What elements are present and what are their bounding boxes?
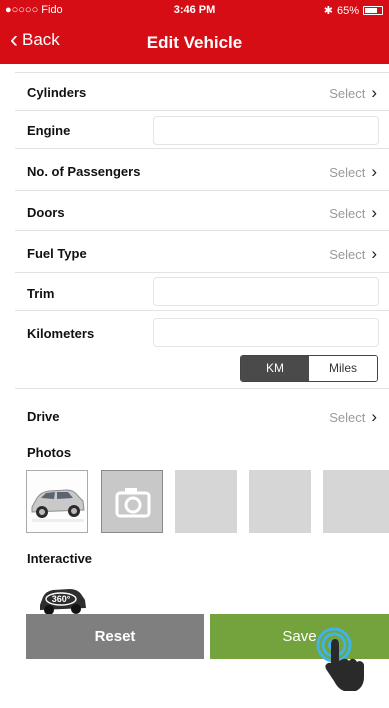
fuel-type-select[interactable]: Select › — [329, 244, 377, 264]
km-option[interactable]: KM — [241, 356, 309, 381]
miles-option[interactable]: Miles — [309, 356, 377, 381]
battery-icon — [363, 6, 383, 15]
trim-label: Trim — [27, 286, 55, 301]
badge-360: 360° — [52, 594, 71, 604]
chevron-right-icon: › — [371, 203, 377, 222]
passengers-select[interactable]: Select › — [329, 162, 377, 182]
tap-gesture-icon — [316, 625, 372, 695]
chevron-right-icon: › — [371, 407, 377, 426]
cylinders-value: Select — [329, 85, 366, 101]
photos-label: Photos — [27, 445, 72, 460]
drive-row[interactable]: Drive Select › — [15, 398, 389, 434]
interactive-label: Interactive — [27, 551, 93, 566]
photo-slot[interactable] — [323, 470, 389, 533]
doors-row[interactable]: Doors Select › — [15, 191, 389, 231]
engine-label: Engine — [27, 123, 71, 138]
chevron-right-icon: › — [371, 83, 377, 102]
hand-pointer-icon — [316, 627, 364, 691]
fuel-type-row[interactable]: Fuel Type Select › — [15, 231, 389, 273]
doors-label: Doors — [27, 205, 65, 220]
engine-row: Engine — [15, 111, 389, 149]
add-photo-button[interactable] — [101, 470, 163, 533]
photo-slot[interactable] — [175, 470, 237, 533]
doors-select[interactable]: Select › — [329, 203, 377, 223]
cylinders-row[interactable]: Cylinders Select › — [15, 73, 389, 111]
fuel-type-value: Select — [329, 246, 366, 262]
page-title: Edit Vehicle — [146, 33, 243, 52]
trim-input[interactable] — [153, 277, 379, 306]
drive-select[interactable]: Select › — [329, 407, 377, 427]
doors-value: Select — [329, 205, 366, 221]
drive-value: Select — [329, 409, 366, 425]
car-image — [27, 471, 87, 532]
kilometers-input[interactable] — [153, 318, 379, 347]
engine-input[interactable] — [153, 116, 379, 145]
fuel-type-label: Fuel Type — [27, 246, 87, 261]
cylinders-label: Cylinders — [27, 85, 87, 100]
passengers-value: Select — [329, 164, 366, 180]
photo-slot[interactable] — [249, 470, 311, 533]
status-right: ✱ 65% — [324, 4, 383, 17]
view-360-button[interactable]: 360° — [36, 579, 88, 619]
passengers-row[interactable]: No. of Passengers Select › — [15, 149, 389, 191]
chevron-right-icon: › — [371, 162, 377, 181]
unit-toggle[interactable]: KM Miles — [240, 355, 378, 382]
cylinders-select[interactable]: Select › — [329, 83, 377, 103]
car-360-icon: 360° — [40, 589, 86, 615]
camera-icon — [115, 488, 151, 518]
nav-bar: ‹ Back Edit Vehicle — [0, 20, 389, 64]
status-bar: ●○○○○ Fido 3:46 PM ✱ 65% — [0, 0, 389, 20]
reset-button[interactable]: Reset — [26, 614, 204, 659]
kilometers-label: Kilometers — [27, 326, 95, 341]
bluetooth-icon: ✱ — [323, 5, 333, 17]
passengers-label: No. of Passengers — [27, 164, 141, 179]
vehicle-photo[interactable] — [26, 470, 88, 533]
battery-percent: 65% — [336, 4, 359, 17]
drive-label: Drive — [27, 409, 60, 424]
trim-row: Trim — [15, 273, 389, 311]
chevron-right-icon: › — [371, 244, 377, 263]
